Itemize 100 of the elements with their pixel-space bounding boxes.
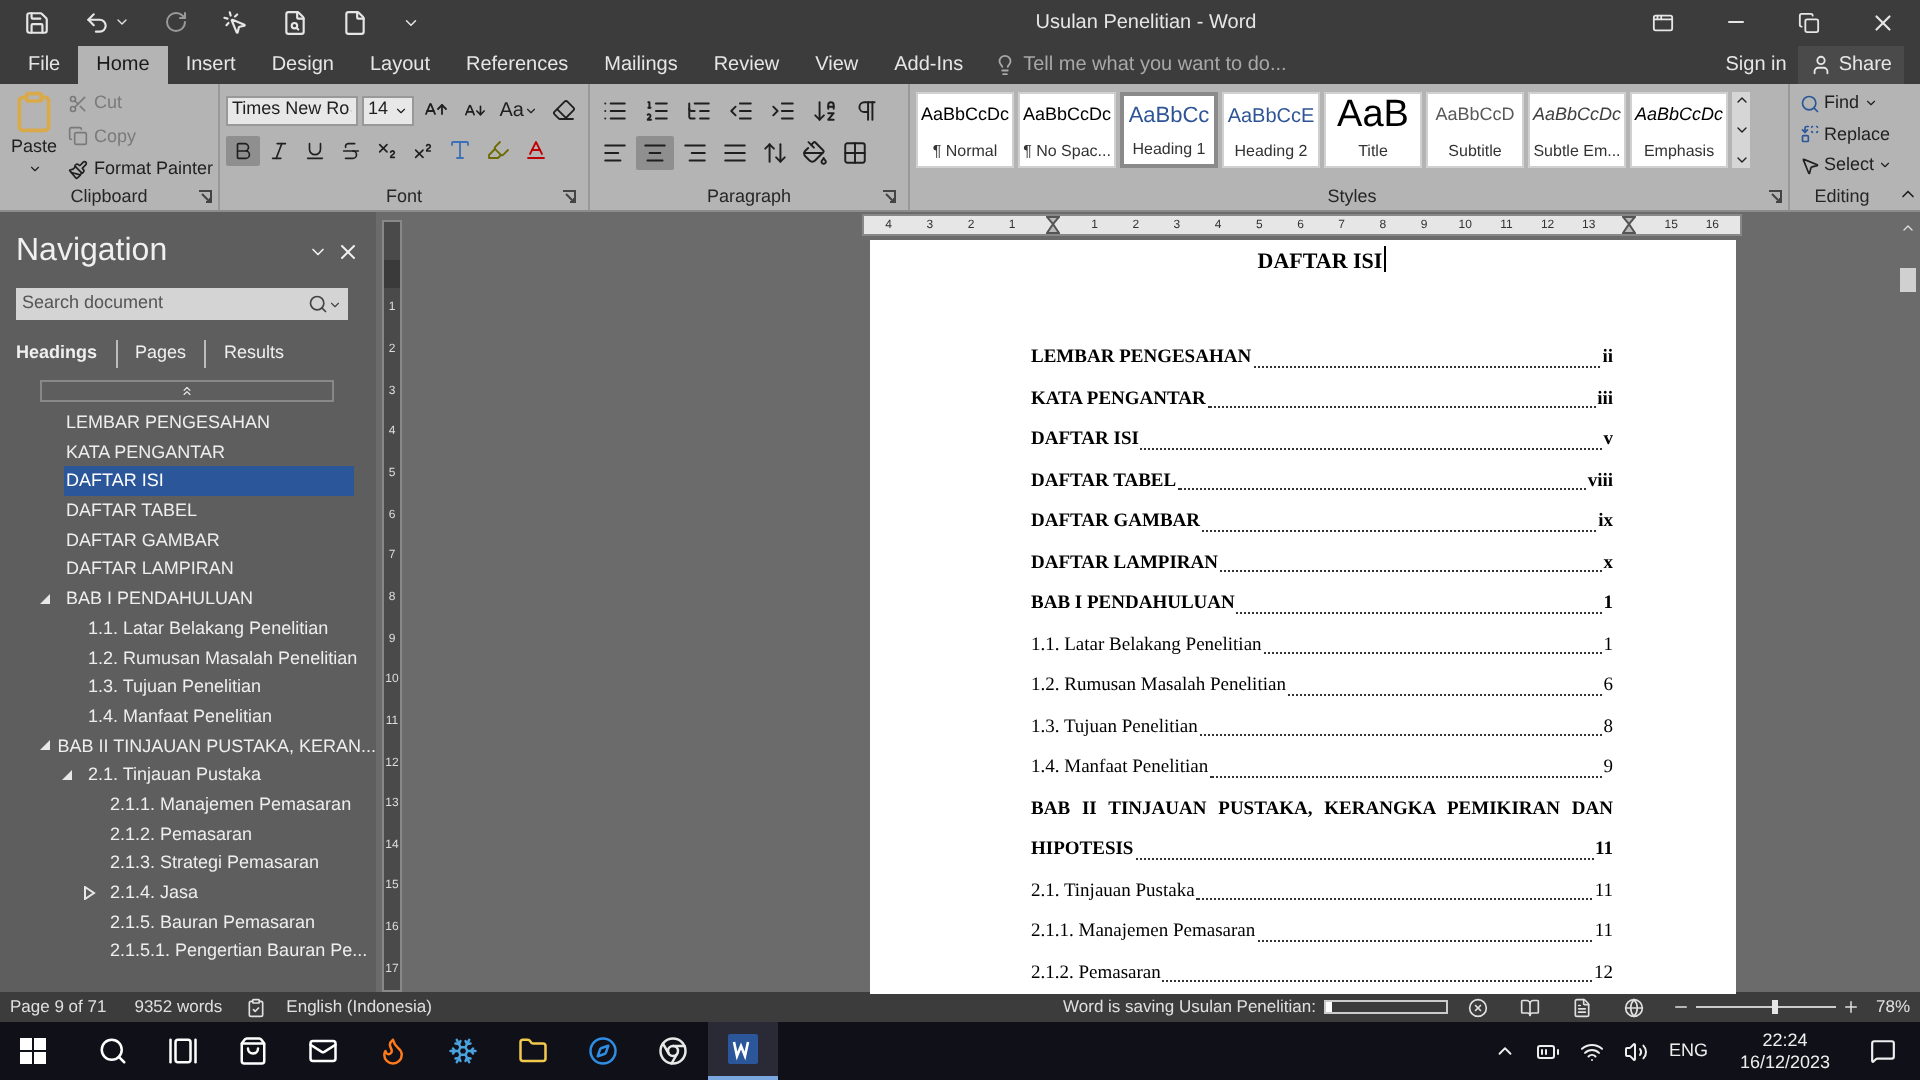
heading-item[interactable]: 1.1. Latar Belakang Penelitian xyxy=(86,613,329,644)
pane-tab[interactable]: Results xyxy=(224,340,285,368)
word-app-icon[interactable] xyxy=(728,1034,758,1064)
scrollbar-thumb[interactable] xyxy=(1900,268,1916,292)
heading-item[interactable]: 1.2. Rumusan Masalah Penelitian xyxy=(86,643,358,673)
find-button[interactable]: Find xyxy=(1800,90,1894,117)
language-indicator[interactable]: English (Indonesia) xyxy=(286,994,432,1020)
font-name-field[interactable]: Times New Ro xyxy=(226,95,358,125)
heading-item[interactable]: 2.1.5.1. Pengertian Bauran Pe... xyxy=(108,936,368,967)
dialog-launcher-icon[interactable] xyxy=(882,190,896,204)
style-gallery-item[interactable]: AaB Title xyxy=(1324,92,1422,168)
zoom-level[interactable]: 78% xyxy=(1875,994,1910,1020)
pane-tab[interactable]: Headings xyxy=(16,340,98,368)
save-icon[interactable] xyxy=(24,9,50,35)
heading-item[interactable]: 1.3. Tujuan Penelitian xyxy=(86,672,262,702)
collapse-triangle-icon[interactable] xyxy=(38,738,52,753)
heading-item[interactable]: DAFTAR TABEL xyxy=(64,496,198,526)
style-gallery-item[interactable]: AaBbCcD Subtitle xyxy=(1426,92,1524,168)
notifications-icon[interactable] xyxy=(1870,1038,1896,1064)
caret-icon[interactable] xyxy=(524,103,538,117)
ribbon-tab[interactable]: Mailings xyxy=(586,46,696,84)
input-language[interactable]: ENG xyxy=(1668,1037,1708,1065)
collapse-triangle-icon[interactable] xyxy=(38,591,52,606)
read-mode-icon[interactable] xyxy=(1519,997,1540,1017)
align-center-button[interactable] xyxy=(636,136,674,170)
page-count[interactable]: Page 9 of 71 xyxy=(10,994,107,1020)
caret-icon[interactable] xyxy=(1863,96,1878,111)
proofing-icon[interactable] xyxy=(246,997,267,1017)
font-size-field[interactable]: 14 xyxy=(362,95,414,125)
caret-icon[interactable] xyxy=(27,161,41,175)
touch-mode-icon[interactable] xyxy=(222,9,248,35)
battery-icon[interactable] xyxy=(1536,1039,1561,1063)
share-button[interactable]: Share xyxy=(1798,46,1904,84)
ribbon-tab[interactable]: Layout xyxy=(351,46,448,84)
pane-tab[interactable]: Pages xyxy=(135,340,187,368)
scroll-down-icon[interactable] xyxy=(1733,122,1749,138)
ribbon-tab[interactable]: File xyxy=(10,46,79,84)
volume-icon[interactable] xyxy=(1624,1039,1649,1063)
ribbon-tab[interactable]: Design xyxy=(253,46,352,84)
cancel-icon[interactable] xyxy=(1467,997,1488,1017)
style-gallery-item[interactable]: AaBbCcDc Emphasis xyxy=(1630,92,1728,168)
redo-icon[interactable] xyxy=(164,10,188,34)
new-document-icon[interactable] xyxy=(342,9,368,35)
heading-item[interactable]: 1.4. Manfaat Penelitian xyxy=(86,701,273,732)
ribbon-tab[interactable]: Review xyxy=(695,46,798,84)
print-layout-icon[interactable] xyxy=(1571,997,1592,1017)
style-gallery-item[interactable]: AaBbCcDc Subtle Em... xyxy=(1528,92,1626,168)
undo-icon[interactable] xyxy=(84,9,110,35)
heading-item[interactable]: DAFTAR LAMPIRAN xyxy=(64,554,234,585)
bold-button[interactable] xyxy=(226,135,260,165)
indent-marker-icon[interactable] xyxy=(1046,216,1061,234)
folder-icon[interactable] xyxy=(518,1036,548,1066)
clock-time[interactable]: 22:24 xyxy=(1762,1029,1808,1051)
heading-item[interactable]: 2.1.2. Pemasaran xyxy=(108,819,253,849)
paste-button[interactable]: Paste xyxy=(8,90,60,184)
print-preview-icon[interactable] xyxy=(282,9,308,35)
heading-item[interactable]: DAFTAR GAMBAR xyxy=(64,525,220,555)
windows-logo-icon[interactable] xyxy=(20,1038,46,1064)
dialog-launcher-icon[interactable] xyxy=(562,190,576,204)
heading-item[interactable]: BAB II TINJAUAN PUSTAKA, KERAN... xyxy=(55,731,376,761)
caret-icon[interactable] xyxy=(393,103,408,117)
heading-item[interactable]: 2.1.5. Bauran Pemasaran xyxy=(108,907,316,937)
ribbon-display-icon[interactable] xyxy=(1652,11,1674,33)
search-icon[interactable] xyxy=(308,294,328,314)
app-icon[interactable] xyxy=(448,1036,478,1066)
select-button[interactable]: Select xyxy=(1800,152,1894,179)
zoom-slider-thumb[interactable] xyxy=(1772,1000,1779,1014)
store-icon[interactable] xyxy=(238,1036,268,1066)
scroll-up-icon[interactable] xyxy=(1733,92,1749,108)
task-view-icon[interactable] xyxy=(168,1036,198,1066)
dialog-launcher-icon[interactable] xyxy=(198,190,212,204)
clock-date[interactable]: 16/12/2023 xyxy=(1739,1051,1830,1073)
style-gallery-item[interactable]: AaBbCcDc ¶ Normal xyxy=(916,92,1014,168)
format-painter-button[interactable]: Format Painter xyxy=(68,156,214,183)
restore-icon[interactable] xyxy=(1798,11,1820,33)
tell-me-field[interactable]: Tell me what you want to do... xyxy=(993,46,1287,84)
style-gallery-item[interactable]: AaBbCcDc ¶ No Spac... xyxy=(1018,92,1116,168)
caret-icon[interactable] xyxy=(114,14,130,30)
ribbon-tab[interactable]: Home xyxy=(78,46,168,84)
ribbon-tab[interactable]: References xyxy=(448,46,587,84)
sign-in-link[interactable]: Sign in xyxy=(1713,46,1799,84)
heading-item[interactable]: LEMBAR PENGESAHAN xyxy=(64,408,271,438)
heading-item[interactable]: 2.1.1. Manajemen Pemasaran xyxy=(108,789,352,820)
caret-icon[interactable] xyxy=(328,297,342,311)
collapse-triangle-icon[interactable] xyxy=(60,768,74,783)
wifi-icon[interactable] xyxy=(1580,1039,1605,1063)
more-styles-icon[interactable] xyxy=(1733,152,1749,168)
mail-icon[interactable] xyxy=(308,1036,338,1066)
web-layout-icon[interactable] xyxy=(1623,997,1644,1017)
replace-button[interactable]: Replace xyxy=(1800,121,1894,148)
dialog-launcher-icon[interactable] xyxy=(1768,190,1782,204)
search-icon[interactable] xyxy=(98,1036,128,1066)
close-icon[interactable] xyxy=(1870,9,1896,35)
ribbon-tab[interactable]: Insert xyxy=(167,46,254,84)
heading-item[interactable]: BAB I PENDAHULUAN xyxy=(64,584,254,614)
close-pane-icon[interactable] xyxy=(336,240,360,264)
ribbon-tab[interactable]: Add-Ins xyxy=(876,46,982,84)
expand-triangle-icon[interactable] xyxy=(82,885,96,900)
heading-item[interactable]: KATA PENGANTAR xyxy=(64,437,226,467)
indent-marker-icon[interactable] xyxy=(1622,216,1637,234)
